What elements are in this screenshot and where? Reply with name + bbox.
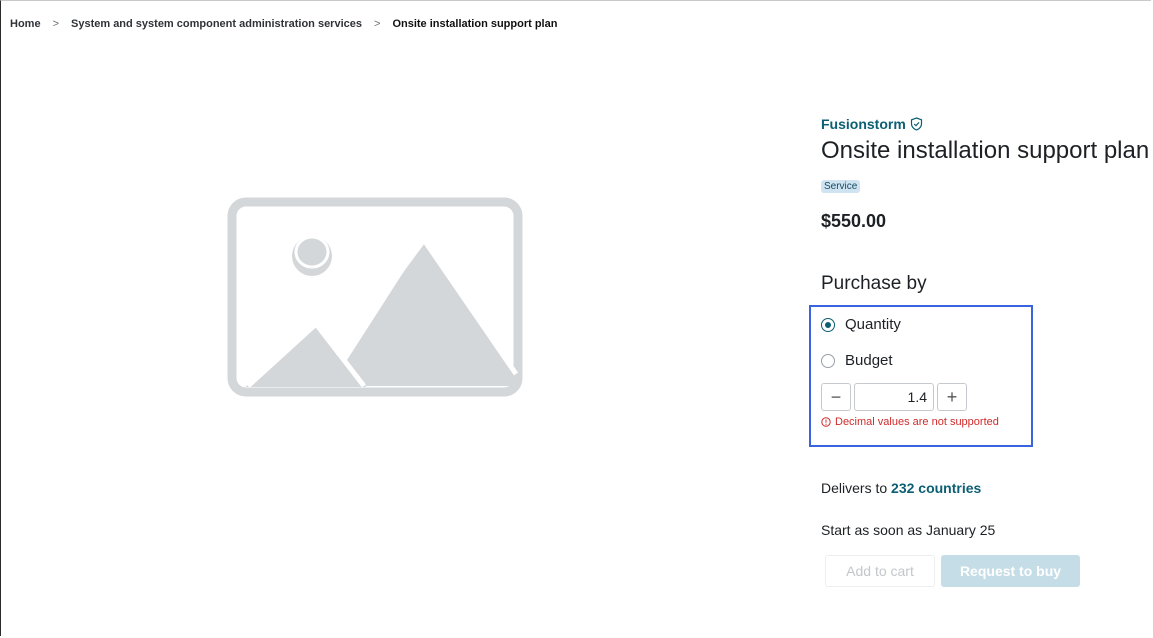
alert-circle-icon [821,417,831,427]
vendor-name: Fusionstorm [821,116,906,132]
breadcrumb-home-link[interactable]: Home [10,18,41,30]
product-price: $550.00 [821,211,887,231]
quantity-error-message: Decimal values are not supported [821,416,999,428]
start-date-text: Start as soon as January 25 [821,522,996,538]
delivers-prefix: Delivers to [821,480,892,496]
radio-button-budget[interactable] [821,353,835,368]
product-title: Onsite installation support plan [821,137,1150,164]
add-to-cart-button[interactable]: Add to cart [825,555,935,587]
breadcrumb-category-link[interactable]: System and system component administrati… [71,18,362,30]
breadcrumb-separator: > [374,18,381,30]
image-placeholder-icon [226,196,524,398]
radio-button-quantity[interactable] [821,317,835,332]
delivery-info: Delivers to 232 countries [821,480,981,496]
request-to-buy-button[interactable]: Request to buy [941,555,1080,587]
radio-option-budget[interactable]: Budget [821,352,893,369]
quantity-input[interactable] [854,383,934,411]
error-text: Decimal values are not supported [835,416,999,428]
increment-button[interactable]: + [937,383,967,411]
decrement-button[interactable]: − [821,383,851,411]
vendor-link[interactable]: Fusionstorm [821,116,923,132]
service-badge: Service [821,180,861,193]
radio-label-quantity: Quantity [845,316,901,333]
countries-link[interactable]: 232 countries [891,480,981,496]
breadcrumb-current: Onsite installation support plan [392,18,558,30]
quantity-stepper: − + [821,383,967,411]
radio-option-quantity[interactable]: Quantity [821,316,901,333]
breadcrumb: Home > System and system component admin… [10,18,557,30]
purchase-by-heading: Purchase by [821,273,927,294]
breadcrumb-separator: > [52,18,59,30]
radio-label-budget: Budget [845,352,893,369]
shield-check-icon [910,117,923,131]
